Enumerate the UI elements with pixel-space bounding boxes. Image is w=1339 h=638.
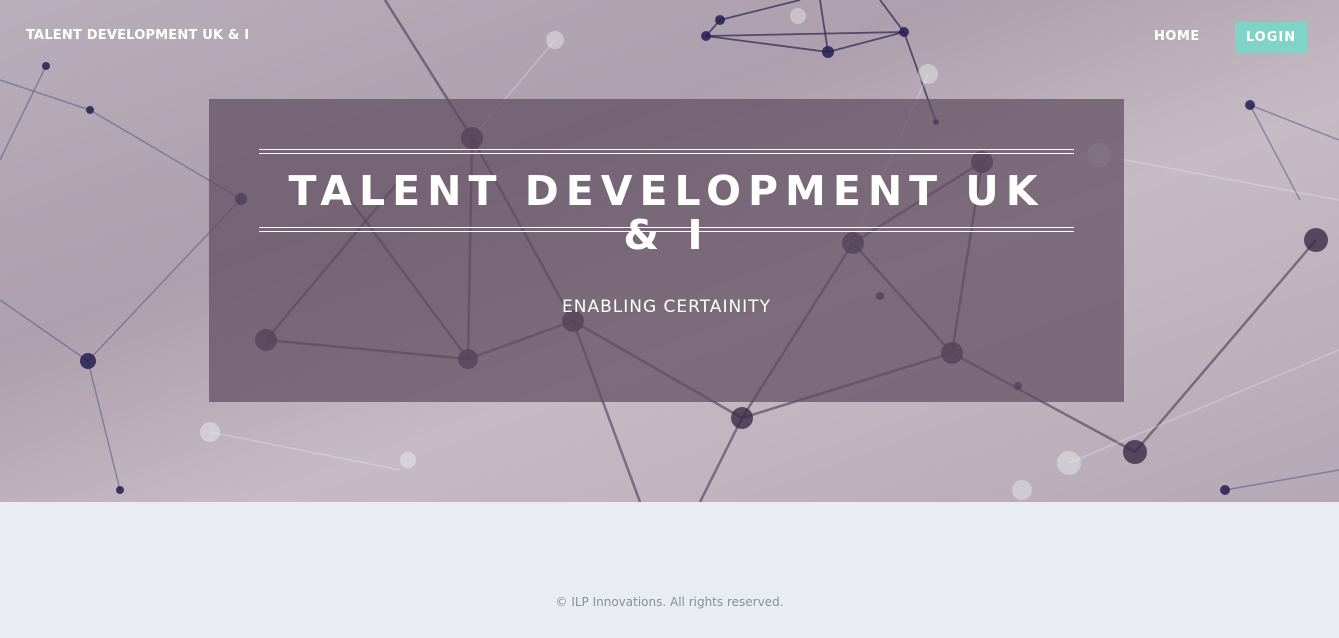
- site-brand-link[interactable]: TALENT DEVELOPMENT UK & I: [26, 28, 249, 43]
- title-bottom-rule-inner: [259, 227, 1074, 228]
- hero-section: TALENT DEVELOPMENT UK & I HOME LOGIN TAL…: [0, 0, 1339, 502]
- hero-title-panel: TALENT DEVELOPMENT UK & I ENABLING CERTA…: [209, 99, 1124, 402]
- login-button[interactable]: LOGIN: [1235, 22, 1307, 53]
- footer-copyright: © ILP Innovations. All rights reserved.: [555, 595, 784, 609]
- title-top-rule-inner: [259, 153, 1074, 154]
- nav-home-link[interactable]: HOME: [1154, 29, 1200, 44]
- hero-tagline: ENABLING CERTAINITY: [562, 297, 771, 317]
- title-bottom-rule: [259, 231, 1074, 232]
- hero-title: TALENT DEVELOPMENT UK & I: [288, 167, 1045, 259]
- title-top-rule: [259, 149, 1074, 150]
